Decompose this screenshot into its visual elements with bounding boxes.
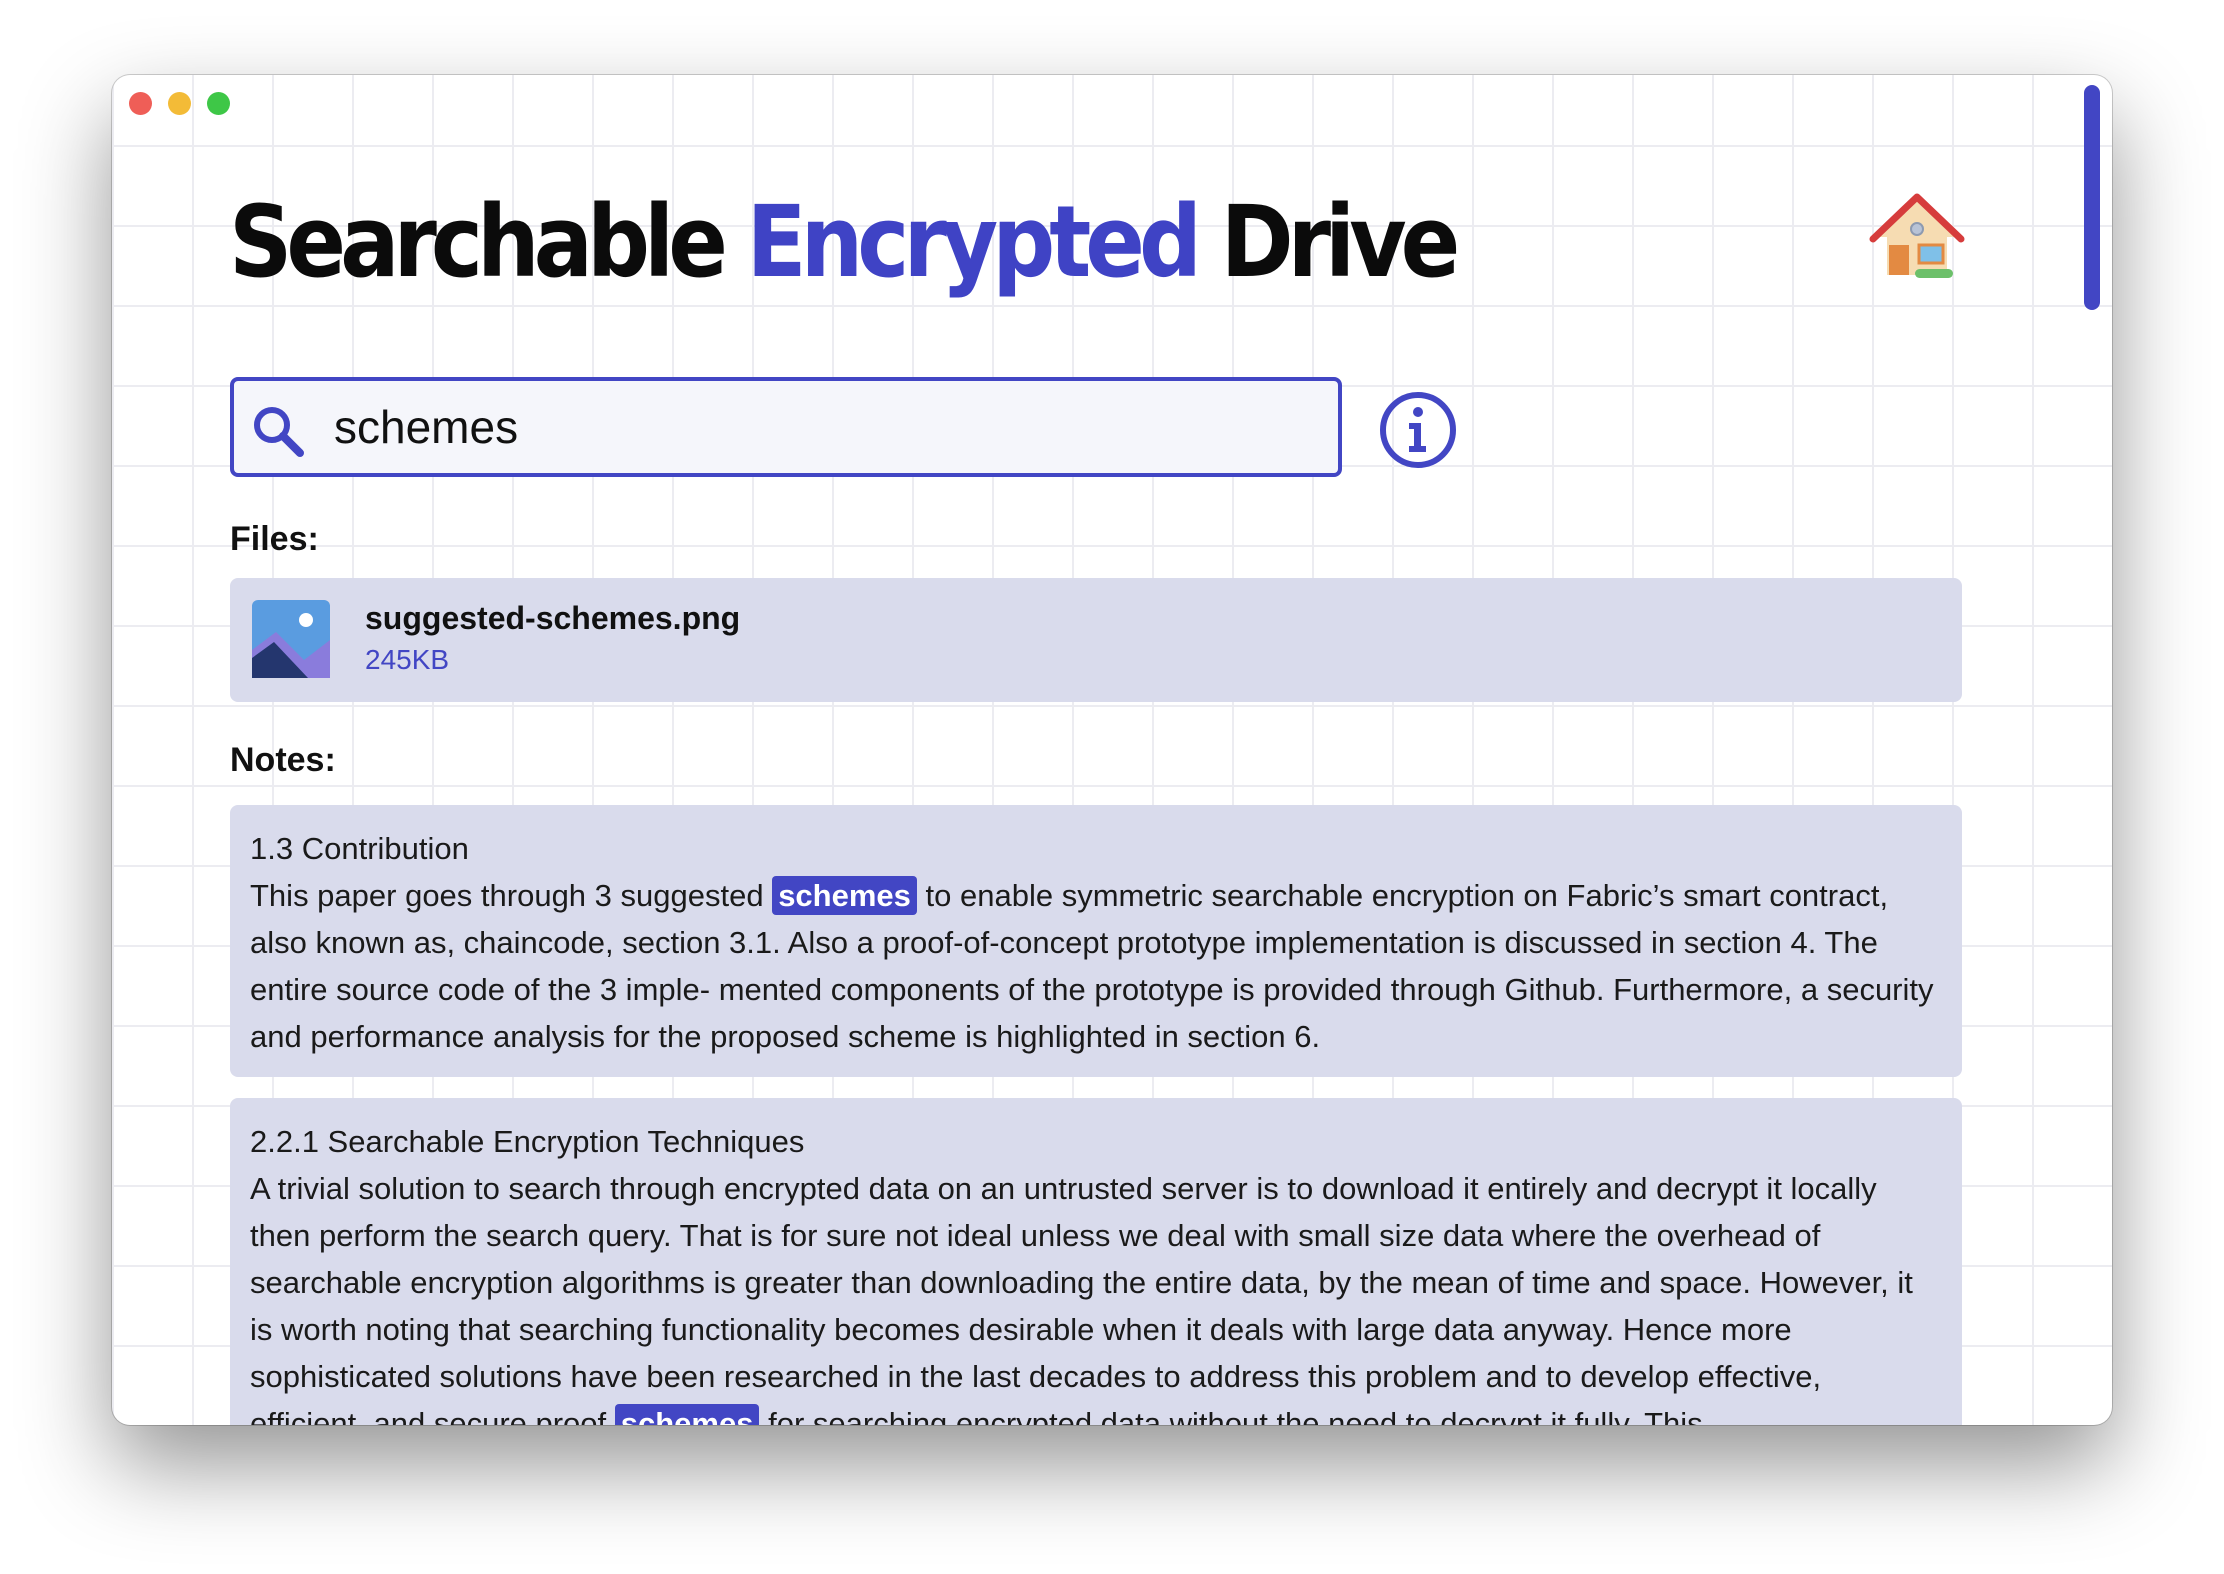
close-window-button[interactable] xyxy=(129,92,152,115)
maximize-window-button[interactable] xyxy=(207,92,230,115)
window-controls xyxy=(129,92,230,115)
minimize-window-button[interactable] xyxy=(168,92,191,115)
note-title: 1.3 Contribution xyxy=(250,831,469,866)
search-input[interactable] xyxy=(334,395,1314,459)
note-item[interactable]: 1.3 Contribution This paper goes through… xyxy=(230,805,1962,1077)
note-text: A trivial solution to search through enc… xyxy=(250,1171,1913,1425)
image-file-icon xyxy=(252,600,330,678)
search-match-highlight: schemes xyxy=(772,876,917,915)
scrollbar[interactable] xyxy=(2084,85,2100,310)
search-icon xyxy=(254,407,304,457)
note-body: This paper goes through 3 suggested sche… xyxy=(250,872,1942,1060)
info-button[interactable] xyxy=(1378,390,1458,470)
file-size: 245KB xyxy=(365,644,450,675)
page-title: Searchable Encrypted Drive xyxy=(229,192,1460,292)
house-icon[interactable] xyxy=(1867,187,1967,287)
search-field[interactable] xyxy=(230,377,1342,477)
note-text: for searching encrypted data without the… xyxy=(759,1406,1703,1425)
info-icon xyxy=(1380,392,1456,468)
app-window: Searchable Encrypted Drive Files: sugges xyxy=(112,75,2112,1425)
file-name: suggested-schemes.png xyxy=(365,600,741,636)
title-word-searchable: Searchable xyxy=(229,184,728,300)
files-section-label: Files: xyxy=(230,520,319,558)
title-word-drive: Drive xyxy=(1220,184,1461,300)
note-text: This paper goes through 3 suggested xyxy=(250,878,773,913)
notes-section-label: Notes: xyxy=(230,741,336,779)
search-match-highlight: schemes xyxy=(614,1404,760,1425)
title-word-encrypted: Encrypted xyxy=(746,184,1202,300)
file-item[interactable]: suggested-schemes.png 245KB xyxy=(230,578,1962,702)
note-body: A trivial solution to search through enc… xyxy=(250,1165,1942,1425)
note-item[interactable]: 2.2.1 Searchable Encryption Techniques A… xyxy=(230,1098,1962,1425)
note-title: 2.2.1 Searchable Encryption Techniques xyxy=(250,1124,805,1159)
